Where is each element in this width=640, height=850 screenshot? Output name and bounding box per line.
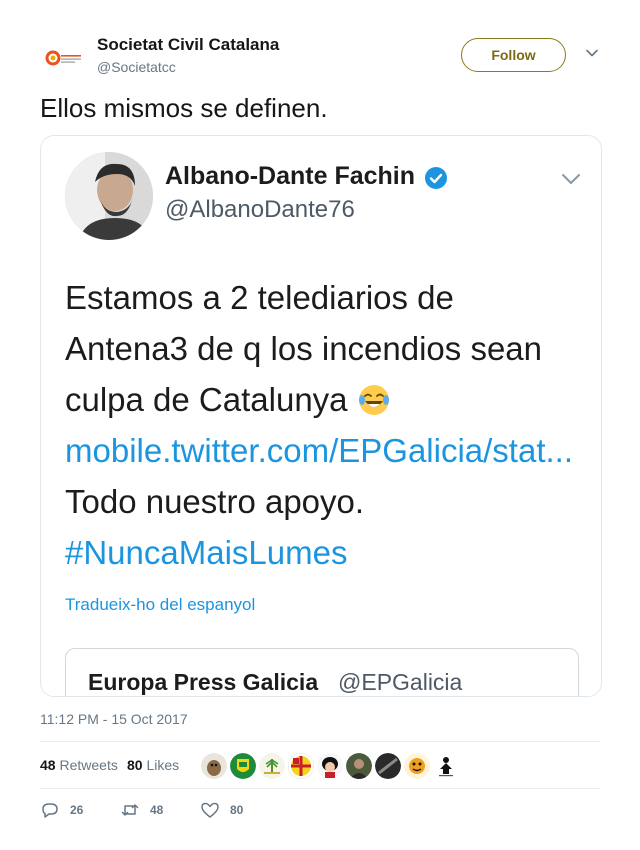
embedded-quoted-tweet: Europa Press Galicia @EPGalicia <box>65 648 579 696</box>
follow-button[interactable]: Follow <box>461 38 566 72</box>
chevron-down-icon[interactable] <box>585 46 599 60</box>
retweets-stat[interactable]: 48 Retweets <box>40 757 118 773</box>
embedded-author-handle: @AlbanoDante76 <box>165 196 355 223</box>
reply-count: 26 <box>70 803 84 817</box>
tweet-stats: 48 Retweets 80 Likes <box>40 741 600 789</box>
liker-avatar[interactable] <box>259 753 285 779</box>
green-badge-avatar-icon <box>230 753 256 779</box>
dog-avatar-icon <box>201 753 227 779</box>
author-avatar[interactable] <box>40 34 88 82</box>
embedded-author-name: Albano-Dante Fachin <box>165 162 416 190</box>
crest-avatar-icon <box>288 753 314 779</box>
embedded-avatar <box>65 152 153 240</box>
retweet-action[interactable]: 48 <box>120 798 163 822</box>
cartoon-character-avatar-icon <box>404 753 430 779</box>
liker-avatar[interactable] <box>375 753 401 779</box>
liker-avatar[interactable] <box>288 753 314 779</box>
translate-link: Tradueix-ho del espanyol <box>65 595 256 614</box>
silhouette-avatar-icon <box>433 753 459 779</box>
like-action[interactable]: 80 <box>200 798 243 822</box>
heart-icon <box>201 802 219 818</box>
retweet-count: 48 <box>150 803 164 817</box>
tweet-timestamp[interactable]: 11:12 PM - 15 Oct 2017 <box>40 711 188 727</box>
retweets-count: 48 <box>40 757 56 773</box>
embedded-body-line: culpa de Catalunya <box>65 381 348 418</box>
reply-action[interactable]: 26 <box>40 798 83 822</box>
embedded-support-line: Todo nuestro apoyo. <box>65 483 365 520</box>
cartoon-girl-avatar-icon <box>317 753 343 779</box>
embedded-body-line-emoji: culpa de Catalunya <box>65 374 595 425</box>
likes-label: Likes <box>146 757 180 773</box>
liker-avatar[interactable] <box>346 753 372 779</box>
person-photo-icon <box>65 152 153 240</box>
retweet-icon <box>121 804 139 816</box>
embedded-chevron-down-icon <box>562 174 580 184</box>
like-count: 80 <box>230 803 244 817</box>
likes-stat[interactable]: 80 Likes <box>127 757 179 773</box>
embedded-body-line: Antena3 de q los incendios sean <box>65 330 543 367</box>
tweet-media-image[interactable]: Albano-Dante Fachin @AlbanoDante76 Estam… <box>40 135 602 697</box>
embedded-link: mobile.twitter.com/EPGalicia/stat... <box>65 432 574 469</box>
tweet-actions: 26 48 80 <box>40 798 600 822</box>
liker-avatar[interactable] <box>201 753 227 779</box>
embedded-body-line: Estamos a 2 telediarios de <box>65 279 454 316</box>
quoted-author-handle: @EPGalicia <box>338 669 463 695</box>
liker-avatar[interactable] <box>317 753 343 779</box>
author-handle[interactable]: @Societatcc <box>97 59 176 75</box>
liker-avatar[interactable] <box>433 753 459 779</box>
tweet-header: Societat Civil Catalana @Societatcc Foll… <box>40 30 600 82</box>
quoted-author-name: Europa Press Galicia <box>88 669 319 695</box>
palm-tree-avatar-icon <box>259 753 285 779</box>
person-avatar-icon <box>346 753 372 779</box>
retweets-label: Retweets <box>59 757 118 773</box>
liker-avatar[interactable] <box>404 753 430 779</box>
embedded-tweet-body: Estamos a 2 telediarios de Antena3 de q … <box>65 272 595 578</box>
laughing-tears-emoji-icon <box>358 385 389 415</box>
likes-count: 80 <box>127 757 143 773</box>
reply-icon <box>42 803 58 818</box>
embedded-hashtag: #NuncaMaisLumes <box>65 534 348 571</box>
societat-civil-catalana-logo-icon <box>40 34 88 82</box>
dark-abstract-avatar-icon <box>375 753 401 779</box>
liker-avatar[interactable] <box>230 753 256 779</box>
verified-badge-icon <box>425 167 447 189</box>
author-name[interactable]: Societat Civil Catalana <box>97 35 279 55</box>
tweet-text: Ellos mismos se definen. <box>40 93 328 123</box>
